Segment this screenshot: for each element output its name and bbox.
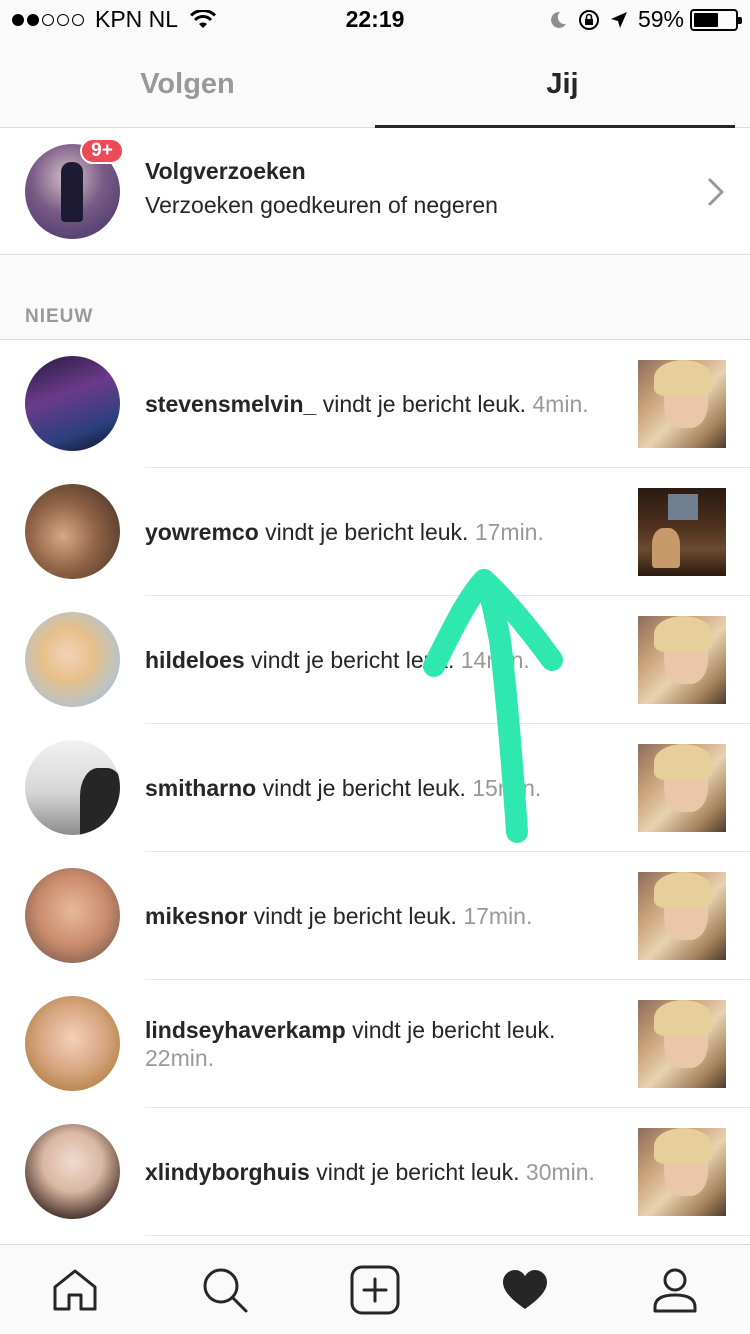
activity-time: 17min. <box>456 903 533 929</box>
do-not-disturb-icon <box>551 11 566 28</box>
home-icon <box>53 1269 97 1311</box>
location-icon <box>610 11 627 28</box>
post-thumbnail[interactable] <box>638 616 726 704</box>
activity-item[interactable]: stevensmelvin_ vindt je bericht leuk. 4m… <box>0 340 750 468</box>
user-avatar[interactable] <box>25 1124 120 1219</box>
battery-percent: 59% <box>637 6 684 32</box>
user-avatar[interactable] <box>25 356 120 451</box>
rotation-lock-icon <box>578 9 599 30</box>
user-avatar[interactable] <box>25 868 120 963</box>
activity-text: vindt je bericht leuk. <box>258 519 469 545</box>
username[interactable]: smitharno <box>145 775 256 801</box>
activity-list: stevensmelvin_ vindt je bericht leuk. 4m… <box>0 340 750 1236</box>
nav-home[interactable] <box>0 1245 150 1334</box>
user-avatar[interactable] <box>25 484 120 579</box>
username[interactable]: hildeloes <box>145 647 245 673</box>
nav-search[interactable] <box>150 1245 300 1334</box>
follow-requests-title: Volgverzoeken <box>145 158 306 184</box>
search-icon <box>203 1268 248 1313</box>
activity-text: vindt je bericht leuk. <box>256 775 466 801</box>
chevron-right-icon <box>708 178 724 206</box>
bottom-tab-bar <box>0 1244 750 1334</box>
section-divider: NIEUW <box>0 256 750 340</box>
activity-text: vindt je bericht leuk. <box>309 1159 520 1185</box>
tab-you[interactable]: Jij <box>375 40 750 128</box>
activity-time: 17min. <box>468 519 544 545</box>
post-thumbnail[interactable] <box>638 872 726 960</box>
nav-profile[interactable] <box>600 1245 750 1334</box>
post-thumbnail[interactable] <box>638 488 726 576</box>
nav-activity[interactable] <box>450 1245 600 1334</box>
activity-time: 22min. <box>145 1045 215 1071</box>
activity-text: vindt je bericht leuk. <box>345 1017 556 1043</box>
profile-icon <box>653 1268 697 1313</box>
activity-item[interactable]: hildeloes vindt je bericht leuk. 14min. <box>0 596 750 724</box>
requests-count-badge: 9+ <box>80 138 124 164</box>
activity-time: 4min. <box>526 391 589 417</box>
user-avatar[interactable] <box>25 612 120 707</box>
nav-new-post[interactable] <box>300 1245 450 1334</box>
follow-requests-row[interactable]: 9+ Volgverzoeken Verzoeken goedkeuren of… <box>0 128 750 255</box>
battery-icon <box>690 8 742 31</box>
activity-time: 15min. <box>465 775 542 801</box>
username[interactable]: yowremco <box>145 519 259 545</box>
add-post-icon <box>350 1265 400 1315</box>
user-avatar[interactable] <box>25 996 120 1091</box>
activity-text: vindt je bericht leuk. <box>244 647 455 673</box>
username[interactable]: stevensmelvin_ <box>145 391 316 417</box>
activity-item[interactable]: xlindyborghuis vindt je bericht leuk. 30… <box>0 1108 750 1236</box>
username[interactable]: mikesnor <box>145 903 247 929</box>
activity-item[interactable]: yowremco vindt je bericht leuk. 17min. <box>0 468 750 596</box>
activity-text: vindt je bericht leuk. <box>316 391 526 417</box>
username[interactable]: lindseyhaverkamp <box>145 1017 346 1043</box>
post-thumbnail[interactable] <box>638 360 726 448</box>
post-thumbnail[interactable] <box>638 1000 726 1088</box>
activity-time: 14min. <box>454 647 530 673</box>
activity-item[interactable]: lindseyhaverkamp vindt je bericht leuk. … <box>0 980 750 1108</box>
activity-item[interactable]: mikesnor vindt je bericht leuk. 17min. <box>0 852 750 980</box>
post-thumbnail[interactable] <box>638 1128 726 1216</box>
activity-time: 30min. <box>519 1159 595 1185</box>
activity-item[interactable]: smitharno vindt je bericht leuk. 15min. <box>0 724 750 852</box>
user-avatar[interactable] <box>25 740 120 835</box>
activity-text: vindt je bericht leuk. <box>247 903 457 929</box>
tab-following[interactable]: Volgen <box>0 40 375 128</box>
section-label-new: NIEUW <box>25 306 94 327</box>
activity-tabs: Volgen Jij <box>0 40 750 128</box>
heart-icon <box>503 1270 547 1309</box>
status-bar: KPN NL 22:19 59% <box>0 0 750 40</box>
follow-requests-subtitle: Verzoeken goedkeuren of negeren <box>145 192 498 218</box>
username[interactable]: xlindyborghuis <box>145 1159 310 1185</box>
post-thumbnail[interactable] <box>638 744 726 832</box>
